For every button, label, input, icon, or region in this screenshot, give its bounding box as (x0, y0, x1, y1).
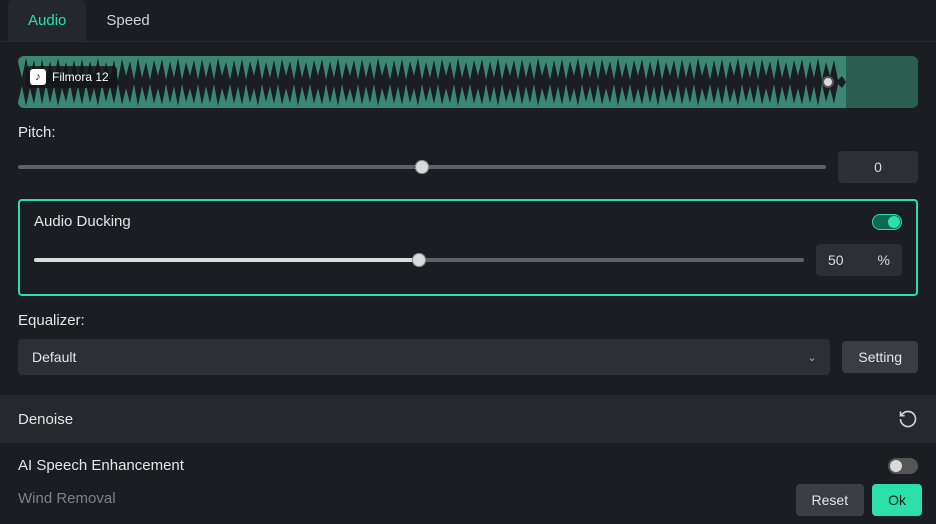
audio-ducking-section: Audio Ducking 50 % (18, 199, 918, 296)
reset-button[interactable]: Reset (796, 484, 865, 516)
ducking-label: Audio Ducking (34, 213, 131, 230)
ducking-toggle[interactable] (872, 214, 902, 230)
ok-button[interactable]: Ok (872, 484, 922, 516)
wind-removal-label: Wind Removal (18, 490, 116, 507)
playhead-handle[interactable] (822, 76, 834, 88)
tab-speed[interactable]: Speed (86, 0, 169, 41)
pitch-slider[interactable] (18, 160, 826, 174)
clip-label: ♪ Filmora 12 (26, 66, 117, 88)
denoise-label: Denoise (18, 411, 73, 428)
ai-speech-toggle[interactable] (888, 458, 918, 474)
chevron-down-icon: ⌄ (807, 351, 816, 364)
equalizer-setting-button[interactable]: Setting (842, 341, 918, 373)
waveform-svg (18, 56, 918, 108)
footer-buttons: Reset Ok (796, 484, 922, 516)
pitch-label: Pitch: (18, 124, 918, 141)
tab-bar: Audio Speed (0, 0, 936, 42)
equalizer-label: Equalizer: (18, 312, 918, 329)
pitch-value[interactable]: 0 (838, 151, 918, 183)
ducking-value-box[interactable]: 50 % (816, 244, 902, 276)
tab-audio[interactable]: Audio (8, 0, 86, 41)
denoise-row: Denoise (0, 395, 936, 443)
music-note-icon: ♪ (30, 69, 46, 85)
ai-speech-label: AI Speech Enhancement (18, 457, 184, 474)
equalizer-selected: Default (32, 349, 76, 365)
clip-name: Filmora 12 (52, 70, 109, 84)
ducking-unit: % (878, 252, 890, 268)
ducking-value: 50 (828, 252, 844, 268)
ducking-slider[interactable] (34, 253, 804, 267)
equalizer-select[interactable]: Default ⌄ (18, 339, 830, 375)
audio-waveform[interactable]: ♪ Filmora 12 (18, 56, 918, 108)
reset-icon[interactable] (898, 409, 918, 429)
